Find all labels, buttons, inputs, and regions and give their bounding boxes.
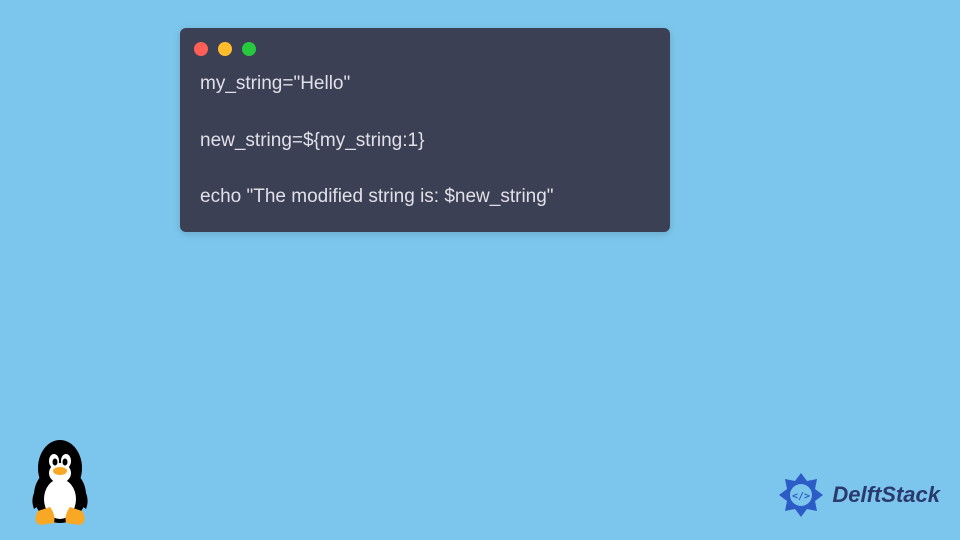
code-blank bbox=[200, 155, 650, 183]
delftstack-logo-icon: </> bbox=[776, 470, 826, 520]
code-line-1: my_string="Hello" bbox=[200, 70, 650, 99]
svg-text:</>: </> bbox=[792, 491, 810, 502]
delftstack-name: DelftStack bbox=[832, 482, 940, 508]
code-blank bbox=[200, 99, 650, 127]
delftstack-brand: </> DelftStack bbox=[776, 470, 940, 520]
code-line-2: new_string=${my_string:1} bbox=[200, 127, 650, 156]
code-line-3: echo "The modified string is: $new_strin… bbox=[200, 183, 650, 212]
code-body: my_string="Hello" new_string=${my_string… bbox=[180, 64, 670, 232]
maximize-icon bbox=[242, 42, 256, 56]
tux-icon bbox=[20, 433, 100, 528]
minimize-icon bbox=[218, 42, 232, 56]
code-window: my_string="Hello" new_string=${my_string… bbox=[180, 28, 670, 232]
window-controls bbox=[180, 28, 670, 64]
close-icon bbox=[194, 42, 208, 56]
